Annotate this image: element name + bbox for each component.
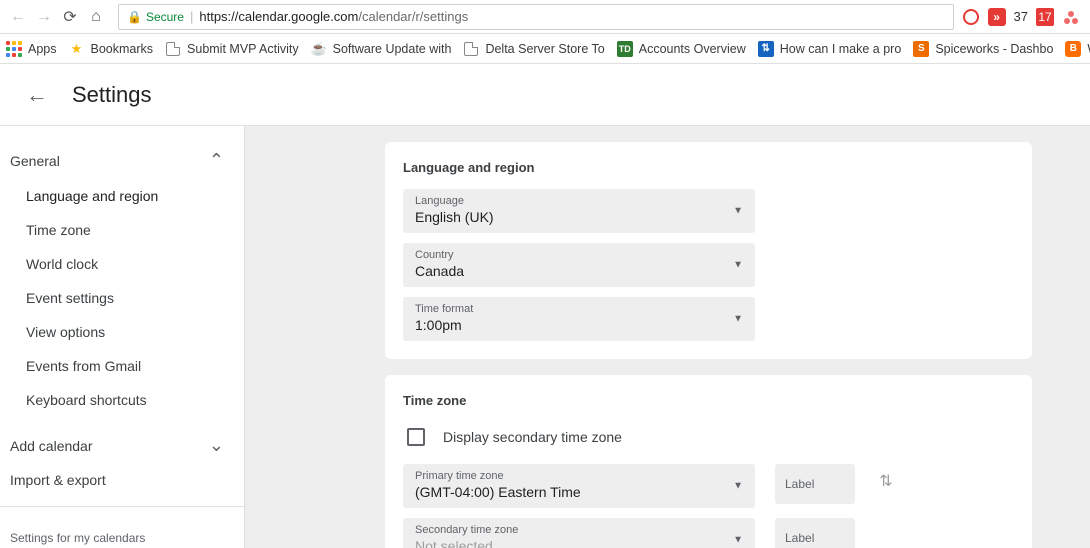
bookmark-label: Software Update with	[333, 42, 452, 56]
bookmark-item[interactable]: ☕ Software Update with	[311, 41, 452, 57]
sidebar-section-addcalendar[interactable]: Add calendar ⌄	[0, 427, 244, 464]
reload-icon[interactable]: ⟳	[62, 9, 78, 25]
checkbox-label: Display secondary time zone	[443, 429, 622, 445]
secure-label: Secure	[146, 10, 184, 24]
secure-indicator: 🔒 Secure	[127, 10, 184, 24]
dropdown-value: Canada	[415, 263, 743, 279]
home-icon[interactable]: ⌂	[88, 9, 104, 25]
primary-timezone-dropdown[interactable]: Primary time zone (GMT-04:00) Eastern Ti…	[403, 464, 755, 508]
sidebar-section-general[interactable]: General ⌃	[0, 142, 244, 179]
language-dropdown[interactable]: Language English (UK) ▼	[403, 189, 755, 233]
bookmark-item[interactable]: S Spiceworks - Dashbo	[913, 41, 1053, 57]
extension-icon[interactable]: »	[988, 8, 1006, 26]
bookmark-label: How can I make a pro	[780, 42, 902, 56]
bookmark-item[interactable]: ⇅ How can I make a pro	[758, 41, 902, 57]
secondary-timezone-checkbox[interactable]	[407, 428, 425, 446]
apps-label: Apps	[28, 42, 57, 56]
bookmark-label: Spiceworks - Dashbo	[935, 42, 1053, 56]
asana-extension-icon[interactable]	[1062, 8, 1080, 26]
caret-down-icon: ▼	[733, 535, 743, 546]
spiceworks-icon: S	[913, 41, 929, 57]
dropdown-label: Time format	[415, 303, 743, 315]
settings-sidebar: General ⌃ Language and region Time zone …	[0, 126, 245, 548]
card-title: Time zone	[403, 393, 1014, 408]
bookmark-item[interactable]: Delta Server Store To	[463, 41, 604, 57]
sidebar-item-importexport[interactable]: Import & export	[0, 464, 244, 496]
input-placeholder: Label	[785, 531, 814, 545]
sidebar-item-timezone[interactable]: Time zone	[0, 213, 244, 247]
sidebar-section-label: Add calendar	[10, 438, 93, 454]
bookmark-item[interactable]: B Wir	[1065, 41, 1090, 57]
url-host: https://calendar.google.com	[199, 9, 358, 24]
opera-extension-icon[interactable]	[962, 8, 980, 26]
bookmark-item[interactable]: TD Accounts Overview	[617, 41, 746, 57]
sidebar-mycalendars-heading: Settings for my calendars	[0, 517, 244, 548]
card-title: Language and region	[403, 160, 1014, 175]
sidebar-item-eventsettings[interactable]: Event settings	[0, 281, 244, 315]
sidebar-item-worldclock[interactable]: World clock	[0, 247, 244, 281]
sidebar-item-language[interactable]: Language and region	[0, 179, 244, 213]
primary-timezone-label-input[interactable]: Label	[775, 464, 855, 504]
swap-timezones-icon[interactable]: ⇅	[875, 470, 897, 492]
bookmark-item[interactable]: Submit MVP Activity	[165, 41, 299, 57]
bookmarks-folder[interactable]: ★ Bookmarks	[69, 41, 154, 57]
address-bar[interactable]: 🔒 Secure | https://calendar.google.com/c…	[118, 4, 954, 30]
secondary-timezone-label-input[interactable]: Label	[775, 518, 855, 548]
back-icon[interactable]: ←	[10, 9, 26, 25]
page-icon	[463, 41, 479, 57]
caret-down-icon: ▼	[733, 314, 743, 325]
blogger-icon: B	[1065, 41, 1081, 57]
timezone-card: Time zone Display secondary time zone Pr…	[385, 375, 1032, 548]
secondary-timezone-dropdown[interactable]: Secondary time zone Not selected ▼	[403, 518, 755, 548]
sidebar-section-label: General	[10, 153, 60, 169]
software-update-icon: ☕	[311, 41, 327, 57]
dropdown-label: Country	[415, 249, 743, 261]
caret-down-icon: ▼	[733, 481, 743, 492]
sidebar-item-gmailevents[interactable]: Events from Gmail	[0, 349, 244, 383]
browser-toolbar: ← → ⟳ ⌂ 🔒 Secure | https://calendar.goog…	[0, 0, 1090, 34]
caret-down-icon: ▼	[733, 260, 743, 271]
lock-icon: 🔒	[127, 10, 142, 24]
url-path: /calendar/r/settings	[358, 9, 468, 24]
apps-shortcut[interactable]: Apps	[6, 41, 57, 57]
bookmark-label: Accounts Overview	[639, 42, 746, 56]
timeformat-dropdown[interactable]: Time format 1:00pm ▼	[403, 297, 755, 341]
td-icon: TD	[617, 41, 633, 57]
bookmarks-bar: Apps ★ Bookmarks Submit MVP Activity ☕ S…	[0, 34, 1090, 64]
star-icon: ★	[69, 41, 85, 57]
chevron-up-icon: ⌃	[209, 150, 224, 171]
settings-header: ← Settings	[0, 64, 1090, 126]
bookmarks-label: Bookmarks	[91, 42, 154, 56]
sidebar-item-viewoptions[interactable]: View options	[0, 315, 244, 349]
language-region-card: Language and region Language English (UK…	[385, 142, 1032, 359]
bookmark-label: Submit MVP Activity	[187, 42, 299, 56]
sidebar-item-shortcuts[interactable]: Keyboard shortcuts	[0, 383, 244, 417]
bookmark-label: Delta Server Store To	[485, 42, 604, 56]
dropdown-label: Primary time zone	[415, 470, 743, 482]
page-icon	[165, 41, 181, 57]
stackexchange-icon: ⇅	[758, 41, 774, 57]
apps-icon	[6, 41, 22, 57]
dropdown-value: English (UK)	[415, 209, 743, 225]
dropdown-value: (GMT-04:00) Eastern Time	[415, 484, 743, 500]
input-placeholder: Label	[785, 477, 814, 491]
dropdown-value: Not selected	[415, 538, 743, 548]
calendar-extension-icon[interactable]: 17	[1036, 8, 1054, 26]
page-title: Settings	[72, 82, 152, 108]
caret-down-icon: ▼	[733, 206, 743, 217]
back-arrow-icon[interactable]: ←	[26, 82, 48, 108]
chevron-down-icon: ⌄	[209, 435, 224, 456]
tab-count: 37	[1014, 9, 1028, 24]
sidebar-item-label: Import & export	[10, 472, 106, 488]
country-dropdown[interactable]: Country Canada ▼	[403, 243, 755, 287]
forward-icon[interactable]: →	[36, 9, 52, 25]
dropdown-label: Secondary time zone	[415, 524, 743, 536]
settings-content: Language and region Language English (UK…	[245, 126, 1090, 548]
dropdown-label: Language	[415, 195, 743, 207]
dropdown-value: 1:00pm	[415, 317, 743, 333]
